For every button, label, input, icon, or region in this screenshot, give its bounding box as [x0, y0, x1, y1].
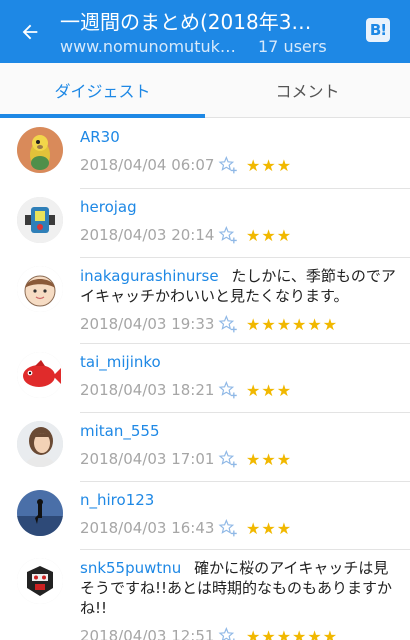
avatar[interactable] — [17, 266, 63, 312]
comment-item: tai_mijinko 2018/04/03 18:21 ★★★ — [0, 344, 410, 413]
comment-meta: 2018/04/03 16:43 ★★★ — [80, 516, 398, 540]
entry-url[interactable]: www.nomunomutuk… — [60, 37, 236, 56]
comment-date: 2018/04/03 20:14 — [80, 226, 215, 244]
avatar[interactable] — [17, 197, 63, 243]
comment-date: 2018/04/04 06:07 — [80, 156, 215, 174]
avatar[interactable] — [17, 558, 63, 604]
comment-body: AR30 2018/04/04 06:07 ★★★ — [80, 119, 410, 189]
user-avatar-image — [17, 490, 63, 536]
app: 一週間のまとめ(2018年3… www.nomunomutuk… 17 user… — [0, 0, 410, 640]
star-rating[interactable]: ★★★ — [246, 381, 292, 400]
comment-username[interactable]: mitan_555 — [80, 422, 160, 440]
user-avatar-image — [17, 266, 63, 312]
add-star-icon[interactable] — [218, 626, 238, 640]
comment-item: n_hiro123 2018/04/03 16:43 ★★★ — [0, 482, 410, 550]
avatar[interactable] — [17, 490, 63, 536]
avatar[interactable] — [17, 421, 63, 467]
star-rating[interactable]: ★★★★★★ — [246, 315, 338, 334]
app-header: 一週間のまとめ(2018年3… www.nomunomutuk… 17 user… — [0, 0, 410, 63]
add-star-icon[interactable] — [218, 380, 238, 400]
comment-date: 2018/04/03 18:21 — [80, 381, 215, 399]
comment-meta: 2018/04/03 19:33 ★★★★★★ — [80, 312, 398, 336]
back-arrow-icon — [22, 24, 38, 39]
comment-item: herojag 2018/04/03 20:14 ★★★ — [0, 189, 410, 258]
comment-date: 2018/04/03 16:43 — [80, 519, 215, 537]
avatar[interactable] — [17, 352, 63, 398]
comment-body: herojag 2018/04/03 20:14 ★★★ — [80, 189, 410, 258]
user-avatar-image — [17, 197, 63, 243]
user-avatar-image — [17, 127, 63, 173]
title-subrow: www.nomunomutuk… 17 users — [60, 37, 410, 56]
bookmark-users-count[interactable]: 17 users — [258, 37, 327, 56]
comment-username[interactable]: snk55puwtnu — [80, 559, 181, 577]
hatena-bookmark-icon: B! — [369, 21, 387, 39]
comment-item: snk55puwtnu 確かに桜のアイキャッチは見そうですね!!あとは時期的なも… — [0, 550, 410, 640]
comment-meta: 2018/04/04 06:07 ★★★ — [80, 153, 398, 177]
comment-item: inakagurashinurse たしかに、季節ものでアイキャッチかわいいと見… — [0, 258, 410, 344]
comment-meta: 2018/04/03 20:14 ★★★ — [80, 223, 398, 247]
add-star-icon[interactable] — [218, 518, 238, 538]
star-rating[interactable]: ★★★★★★ — [246, 627, 338, 640]
star-rating[interactable]: ★★★ — [246, 156, 292, 175]
comment-body: n_hiro123 2018/04/03 16:43 ★★★ — [80, 482, 410, 550]
comment-item: mitan_555 2018/04/03 17:01 ★★★ — [0, 413, 410, 482]
hatena-bookmark-button[interactable]: B! — [366, 18, 390, 42]
comment-date: 2018/04/03 12:51 — [80, 627, 215, 640]
comment-username[interactable]: tai_mijinko — [80, 353, 161, 371]
star-rating[interactable]: ★★★ — [246, 519, 292, 538]
entry-title: 一週間のまとめ(2018年3… — [60, 10, 312, 34]
add-star-icon[interactable] — [218, 155, 238, 175]
comment-body: tai_mijinko 2018/04/03 18:21 ★★★ — [80, 344, 410, 413]
comment-list: AR30 2018/04/04 06:07 ★★★ herojag 2018/0… — [0, 119, 410, 640]
star-rating[interactable]: ★★★ — [246, 226, 292, 245]
user-avatar-image — [17, 421, 63, 467]
active-tab-indicator — [0, 114, 205, 118]
tab-comments[interactable]: コメント — [205, 63, 410, 117]
add-star-icon[interactable] — [218, 225, 238, 245]
add-star-icon[interactable] — [218, 314, 238, 334]
comment-body: snk55puwtnu 確かに桜のアイキャッチは見そうですね!!あとは時期的なも… — [80, 550, 410, 640]
user-avatar-image — [17, 352, 63, 398]
user-avatar-image — [17, 558, 63, 604]
title-block: 一週間のまとめ(2018年3… www.nomunomutuk… 17 user… — [60, 7, 410, 56]
comment-meta: 2018/04/03 17:01 ★★★ — [80, 447, 398, 471]
comment-username[interactable]: inakagurashinurse — [80, 267, 219, 285]
tab-bar: ダイジェスト コメント — [0, 63, 410, 118]
comment-date: 2018/04/03 19:33 — [80, 315, 215, 333]
comment-username[interactable]: herojag — [80, 198, 137, 216]
back-button[interactable] — [0, 0, 60, 63]
comment-username[interactable]: n_hiro123 — [80, 491, 154, 509]
comment-item: AR30 2018/04/04 06:07 ★★★ — [0, 119, 410, 189]
add-star-icon[interactable] — [218, 449, 238, 469]
comment-body: inakagurashinurse たしかに、季節ものでアイキャッチかわいいと見… — [80, 258, 410, 344]
star-rating[interactable]: ★★★ — [246, 450, 292, 469]
avatar[interactable] — [17, 127, 63, 173]
comment-meta: 2018/04/03 12:51 ★★★★★★ — [80, 624, 398, 640]
tab-digest[interactable]: ダイジェスト — [0, 63, 205, 117]
comment-date: 2018/04/03 17:01 — [80, 450, 215, 468]
comment-body: mitan_555 2018/04/03 17:01 ★★★ — [80, 413, 410, 482]
comment-meta: 2018/04/03 18:21 ★★★ — [80, 378, 398, 402]
comment-username[interactable]: AR30 — [80, 128, 120, 146]
